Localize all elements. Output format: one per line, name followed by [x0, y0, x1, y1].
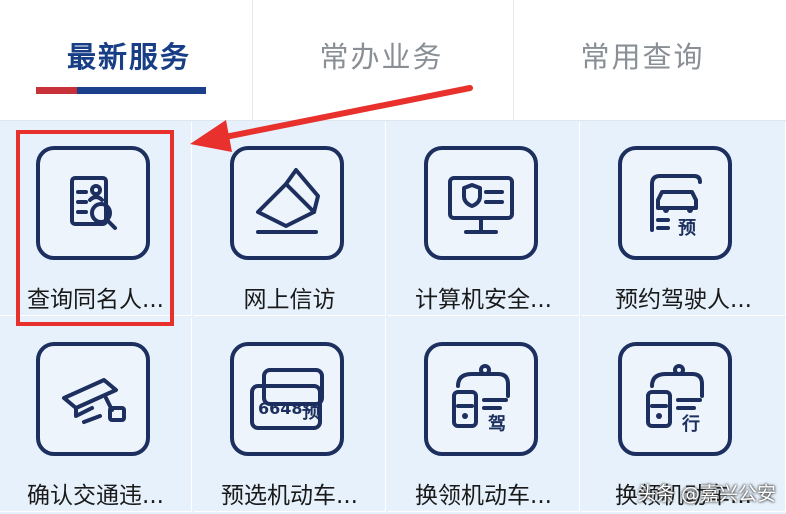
- service-label: 网上信访: [243, 287, 336, 313]
- service-label: 计算机安全...: [415, 287, 552, 313]
- computer-shield-icon: [424, 146, 538, 260]
- plate-number: 6648: [258, 399, 303, 418]
- jia-text: 驾: [488, 413, 506, 435]
- license-plate-icon: 6648 预: [230, 342, 344, 456]
- service-tile-vehicle-license-renew[interactable]: 驾 换领机动车...: [388, 318, 580, 512]
- envelope-icon: [230, 146, 344, 260]
- yu-text: 预: [302, 402, 320, 423]
- service-label: 预约驾驶人...: [615, 287, 752, 313]
- surveillance-camera-icon: [36, 342, 150, 456]
- service-tile-traffic-violation[interactable]: 确认交通违...: [0, 318, 192, 512]
- service-label: 换领机动车...: [415, 483, 552, 509]
- highlight-box: [16, 130, 174, 326]
- service-label: 确认交通违...: [27, 483, 164, 509]
- tab-common-queries[interactable]: 常用查询: [513, 0, 771, 120]
- annotation-arrow-icon: [190, 85, 473, 152]
- yu-text: 预: [678, 218, 696, 239]
- vehicle-driving-icon: 驾: [424, 342, 538, 456]
- watermark: 头条 @嘉兴公安: [636, 483, 776, 505]
- vehicle-travel-icon: 行: [618, 342, 732, 456]
- service-tile-driver-appointment[interactable]: 预 预约驾驶人...: [582, 122, 786, 316]
- xing-text: 行: [681, 413, 700, 435]
- car-document-icon: 预: [618, 146, 732, 260]
- service-tile-plate-preselect[interactable]: 6648 预 预选机动车...: [194, 318, 386, 512]
- service-label: 预选机动车...: [221, 483, 358, 509]
